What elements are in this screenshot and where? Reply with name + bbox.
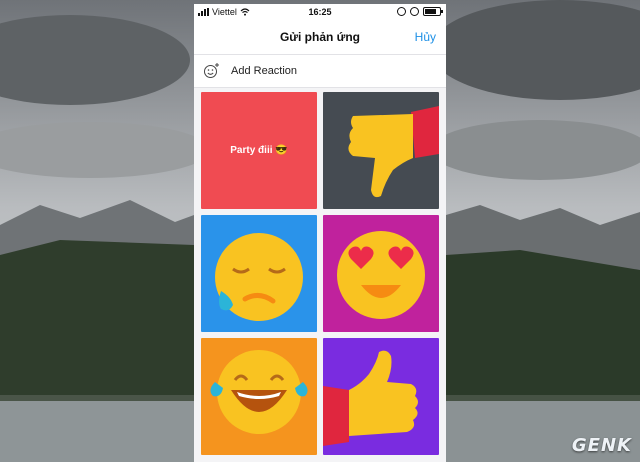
status-bar: Viettel 16:25 (194, 4, 446, 20)
reaction-tile-thumbs-up[interactable] (323, 338, 439, 455)
reaction-tile-sad[interactable] (201, 215, 317, 332)
cancel-button[interactable]: Hủy (415, 30, 436, 44)
add-reaction-label: Add Reaction (231, 65, 298, 77)
thumbs-up-icon (323, 338, 439, 455)
rotation-lock-icon (410, 7, 419, 16)
party-reaction-text: Party điii 😎 (230, 145, 288, 156)
tears-of-joy-face-icon (201, 338, 317, 455)
battery-icon (423, 7, 443, 16)
phone-screen: Viettel 16:25 Gửi phản ứng Hủy Add React… (194, 4, 446, 462)
sad-tear-face-icon (201, 215, 317, 332)
genk-watermark-logo: GENK (571, 435, 632, 456)
alarm-icon (397, 7, 406, 16)
thumbs-down-icon (323, 92, 439, 209)
heart-eyes-face-icon (323, 215, 439, 332)
reaction-tile-thumbs-down[interactable] (323, 92, 439, 209)
nav-header: Gửi phản ứng Hủy (194, 20, 446, 55)
add-reaction-button[interactable]: Add Reaction (194, 55, 446, 88)
page-title: Gửi phản ứng (279, 30, 361, 44)
reaction-tile-party[interactable]: Party điii 😎 (201, 92, 317, 209)
smiley-add-icon (204, 63, 219, 78)
reaction-tile-tears-of-joy[interactable] (201, 338, 317, 455)
reaction-tile-heart-eyes[interactable] (323, 215, 439, 332)
